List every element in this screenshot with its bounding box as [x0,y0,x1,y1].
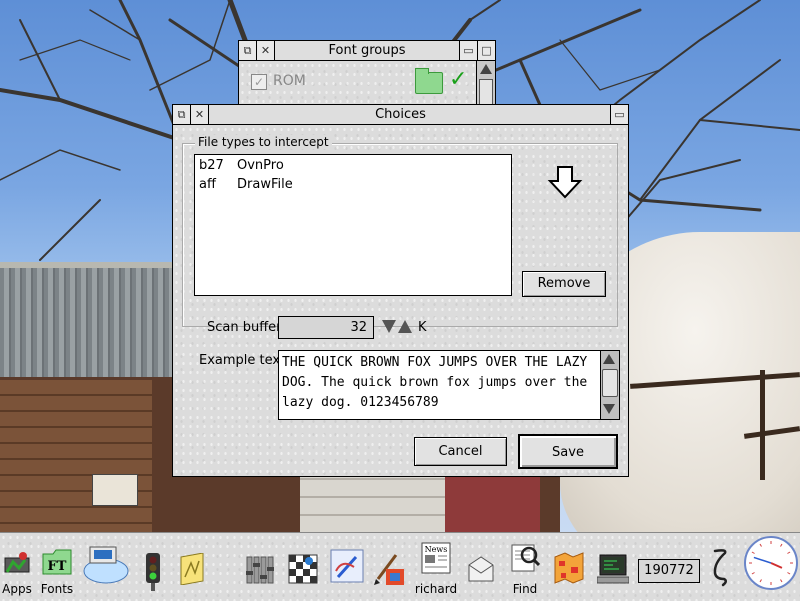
iconbar-news-label: richard [414,582,458,596]
fonts-icon: FT [42,549,72,575]
iconbar-apps[interactable]: Apps [0,533,34,601]
iconbar-find[interactable]: Find [506,533,544,601]
network-drive-icon [83,546,129,584]
iconbar-mail[interactable] [464,533,498,601]
iconbar-fonts[interactable]: FT Fonts [38,533,76,601]
clock-tick [780,543,783,547]
toggle-size-icon[interactable]: □ [477,41,495,60]
task-manager-icon [597,554,629,584]
scan-buffer-unit: K [418,320,427,335]
filetype-code: aff [199,177,216,192]
cancel-button[interactable]: Cancel [414,437,507,466]
clock-tick [787,572,791,575]
clock-tick [759,579,762,583]
iconbar-notepad[interactable] [174,533,210,601]
example-text-label: Example text [199,353,286,368]
filetypes-list[interactable]: b27 OvnPro aff DrawFile [194,154,512,296]
iconbar-fonts-label: Fonts [40,582,74,596]
example-text-value[interactable]: THE QUICK BROWN FOX JUMPS OVER THE LAZY … [282,353,600,413]
news-icon: News [421,542,451,574]
notepad-icon [180,553,204,585]
increment-arrow-icon[interactable] [398,320,412,333]
font-groups-window[interactable]: ⧉ ✕ Font groups ▭ □ ✓ ROM ✓ [238,40,496,112]
iconise-icon[interactable]: ▭ [610,105,628,124]
bridle-strap [760,370,765,480]
decrement-arrow-icon[interactable] [382,320,396,333]
vertical-scrollbar[interactable] [600,351,619,419]
red-object [445,470,540,532]
drop-target-arrow-icon[interactable] [547,165,583,201]
zeta-icon [713,549,727,587]
window-title: Font groups [328,43,406,58]
icon-bar: Apps FT Fonts News richard Find 190772 [0,532,800,601]
choices-pane: File types to intercept b27 OvnPro aff D… [173,125,628,476]
mail-icon [468,556,494,582]
wooden-door [0,380,152,532]
rom-label: ROM [273,73,306,89]
iconbar-task-manager[interactable] [594,533,632,601]
audio-mixer-icon [246,556,274,584]
apps-icon [4,552,30,573]
scroll-up-icon[interactable] [603,354,615,364]
clock-icon [749,541,793,585]
iconbar-apps-label: Apps [2,582,32,596]
save-button[interactable]: Save [518,434,618,469]
back-icon[interactable]: ⧉ [239,41,257,60]
clock[interactable] [744,536,798,590]
paint-icon [374,554,404,585]
scroll-thumb[interactable] [602,369,618,397]
window-title: Choices [375,107,426,122]
scan-buffer-label: Scan buffer [207,320,282,335]
notice-sign [92,474,138,506]
find-icon [511,544,540,572]
iconbar-chess[interactable] [284,533,322,601]
scan-buffer-field[interactable]: 32 [278,316,374,339]
clock-tick [751,551,755,554]
clock-tick [787,551,791,554]
free-memory-display[interactable]: 190772 [638,559,700,583]
example-text-field[interactable]: THE QUICK BROWN FOX JUMPS OVER THE LAZY … [278,350,620,420]
iconbar-audio-mixer[interactable] [242,533,278,601]
svg-text:News: News [425,545,448,554]
clock-tick [759,543,762,547]
scroll-up-icon[interactable] [480,64,492,74]
iconbar-network-drive[interactable] [80,533,132,601]
tick-icon: ✓ [449,67,468,92]
maps-icon [554,552,584,584]
close-icon[interactable]: ✕ [257,41,275,60]
back-icon[interactable]: ⧉ [173,105,191,124]
clock-tick [751,572,755,575]
iconbar-news[interactable]: News richard [412,533,460,601]
draw-icon [330,549,364,583]
title-bar[interactable]: ⧉ ✕ Choices ▭ [173,105,628,125]
iconbar-draw[interactable] [328,533,366,601]
choices-window[interactable]: ⧉ ✕ Choices ▭ File types to intercept b2… [172,104,629,477]
filetype-name: OvnPro [237,158,284,173]
iconbar-paint[interactable] [370,533,408,601]
iconise-icon[interactable]: ▭ [459,41,477,60]
filetype-code: b27 [199,158,224,173]
chess-icon [288,554,318,584]
filetypes-label: File types to intercept [195,135,332,149]
traffic-light-icon [146,553,160,591]
iconbar-find-label: Find [512,582,538,596]
iconbar-switcher[interactable] [706,533,736,601]
iconbar-maps[interactable] [550,533,588,601]
iconbar-traffic-light[interactable] [138,533,168,601]
remove-button[interactable]: Remove [522,271,606,297]
scroll-down-icon[interactable] [603,404,615,414]
filetype-name: DrawFile [237,177,293,192]
clock-tick [780,579,783,583]
rom-checkbox[interactable]: ✓ [251,74,267,90]
folder-icon[interactable] [415,68,443,94]
title-bar[interactable]: ⧉ ✕ Font groups ▭ □ [239,41,495,61]
svg-text:FT: FT [48,559,67,574]
close-icon[interactable]: ✕ [191,105,209,124]
